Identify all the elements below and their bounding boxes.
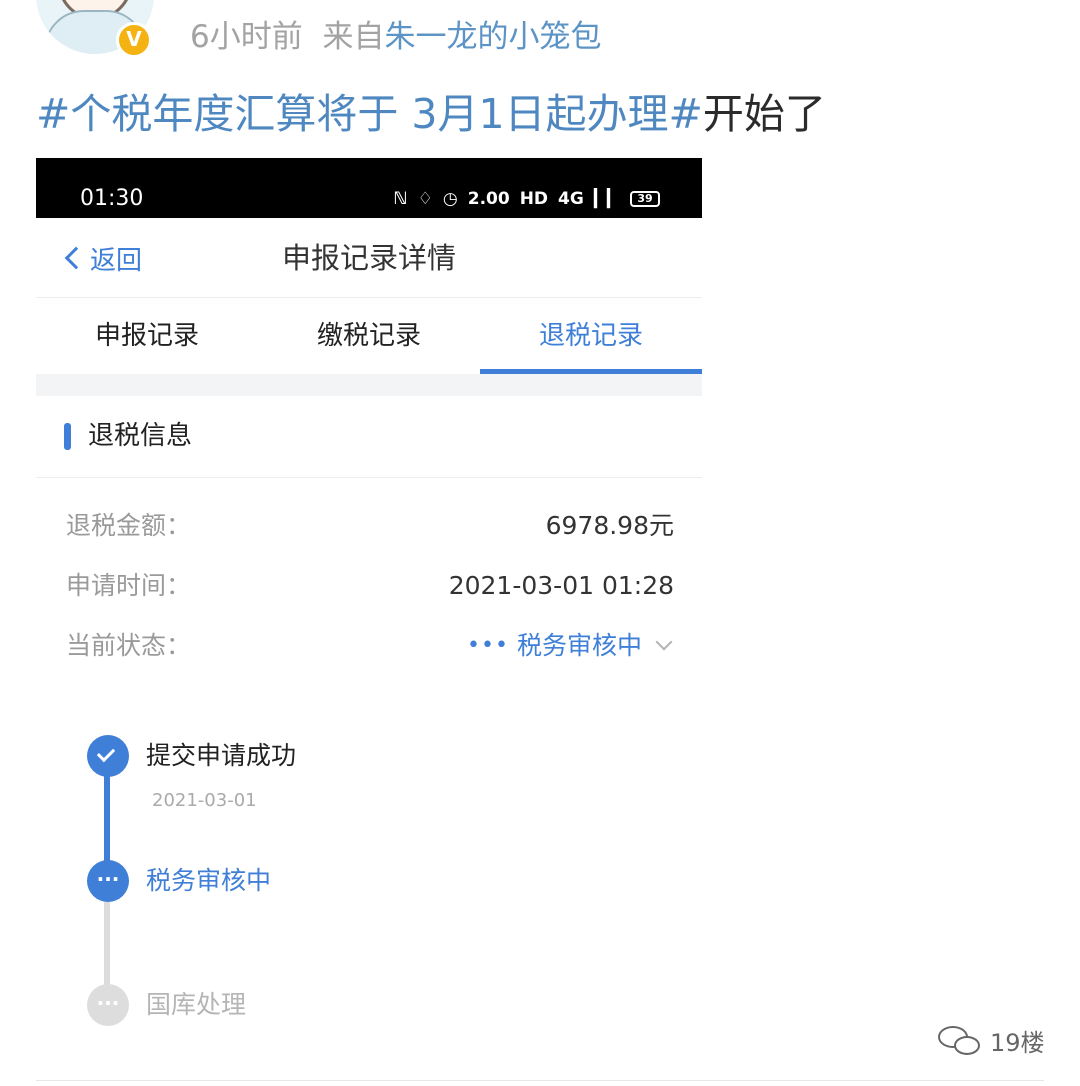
refund-amount-row: 退税金额： 6978.98元: [66, 506, 674, 546]
current-status-value[interactable]: ••• 税务审核中: [467, 626, 674, 666]
section-divider: [36, 374, 702, 396]
nav-bar: 返回 申报记录详情: [36, 218, 702, 298]
current-status-text: 税务审核中: [516, 631, 642, 660]
apply-time-value: 2021-03-01 01:28: [448, 571, 674, 600]
timeline-step-submitted: 提交申请成功: [146, 741, 297, 770]
hd-icon: HD: [519, 189, 549, 209]
alarm-icon: ◷: [442, 189, 458, 209]
refund-info-header: 退税信息: [36, 396, 702, 478]
post-meta: 6小时前 来自朱一龙的小笼包: [190, 16, 601, 58]
net-speed: 2.00: [467, 189, 510, 209]
ellipsis-icon: ···: [96, 867, 120, 891]
tab-payment-records[interactable]: 缴税记录: [258, 299, 480, 374]
timeline-node-submitted: [87, 735, 129, 777]
section-marker: [64, 423, 71, 450]
tab-declaration-records[interactable]: 申报记录: [36, 299, 258, 374]
status-icons: ℕ ♢ ◷ 2.00 HD 4G ▎▎ 39: [393, 186, 660, 212]
signal-label: 4G: [558, 189, 584, 209]
refund-amount-value: 6978.98元: [545, 511, 674, 540]
tab-refund-records[interactable]: 退税记录: [480, 299, 702, 374]
tax-refund-screenshot: 01:30 ℕ ♢ ◷ 2.00 HD 4G ▎▎ 39 返回 申报记录详情 申…: [36, 158, 702, 1058]
current-status-label: 当前状态：: [66, 631, 192, 660]
ellipsis-icon: ···: [96, 991, 120, 1015]
post-text: #个税年度汇算将于 3月1日起办理#开始了: [36, 86, 826, 142]
bell-off-icon: ♢: [417, 189, 433, 209]
apply-time-row: 申请时间： 2021-03-01 01:28: [66, 566, 674, 606]
post-source-link[interactable]: 朱一龙的小笼包: [384, 19, 601, 55]
timeline-node-treasury: ···: [87, 984, 129, 1026]
hashtag-link[interactable]: #个税年度汇算将于 3月1日起办理#: [36, 90, 703, 138]
status-time: 01:30: [80, 186, 144, 211]
tab-refund-records-label: 退税记录: [538, 321, 643, 351]
bottom-divider: [36, 1080, 1044, 1081]
current-status-row[interactable]: 当前状态： ••• 税务审核中: [66, 626, 674, 666]
post-body: 开始了: [702, 90, 826, 138]
watermark-text: 19楼: [990, 1028, 1045, 1057]
nfc-icon: ℕ: [393, 189, 408, 209]
refund-amount-label: 退税金额：: [66, 511, 192, 540]
check-icon: [96, 743, 116, 763]
record-tabs: 申报记录 缴税记录 退税记录: [36, 299, 702, 374]
apply-time-label: 申请时间：: [66, 571, 192, 600]
post-time: 6小时前: [190, 19, 303, 55]
post-source-prefix: 来自: [322, 19, 385, 55]
ellipsis-icon: •••: [467, 633, 509, 658]
phone-status-bar: 01:30 ℕ ♢ ◷ 2.00 HD 4G ▎▎ 39: [36, 158, 702, 218]
timeline-node-reviewing: ···: [87, 860, 129, 902]
section-title: 退税信息: [88, 421, 193, 451]
chevron-down-icon: [655, 633, 673, 651]
timeline-step-submitted-date: 2021-03-01: [152, 790, 257, 811]
page-title: 申报记录详情: [281, 241, 456, 275]
watermark: 19楼: [938, 1022, 1045, 1058]
wechat-icon: [938, 1024, 984, 1056]
timeline-step-treasury: 国库处理: [146, 990, 247, 1019]
timeline-step-reviewing: 税务审核中: [146, 866, 272, 895]
signal-icon: ▎▎: [593, 189, 620, 209]
battery-icon: 39: [630, 191, 660, 207]
verified-icon: V: [116, 22, 152, 58]
